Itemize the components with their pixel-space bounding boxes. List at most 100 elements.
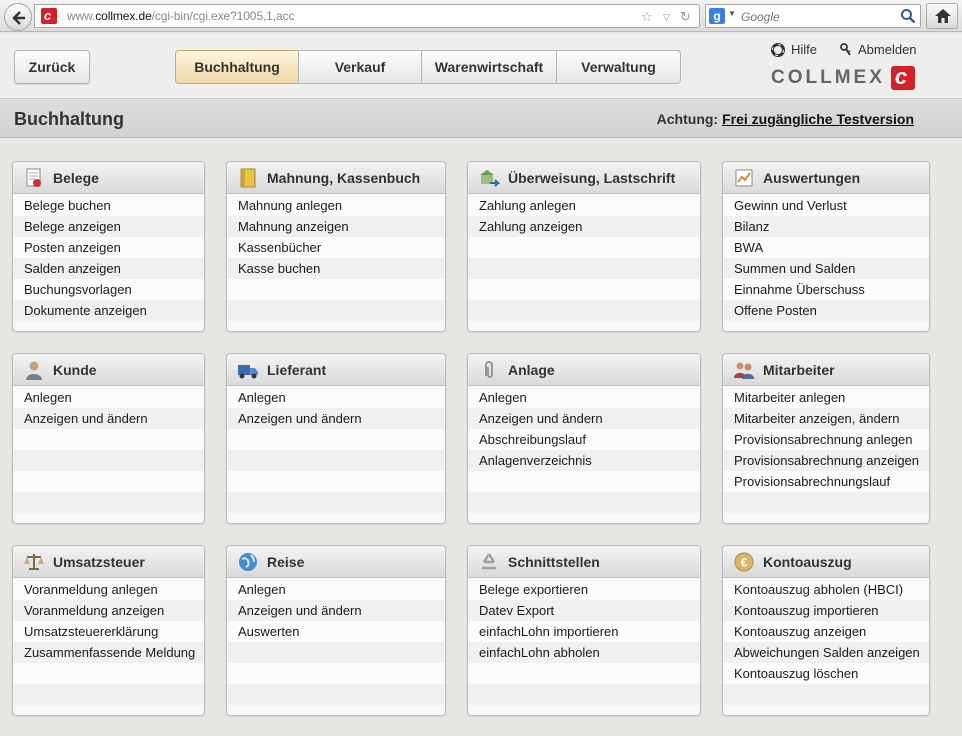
logout-link[interactable]: Abmelden (840, 42, 917, 57)
browser-back-button[interactable] (4, 3, 32, 31)
card-kunde: Kunde Anlegen Anzeigen und ändern (12, 353, 205, 524)
menu-item-bwa[interactable]: BWA (723, 237, 929, 258)
menu-item-buchungsvorlagen[interactable]: Buchungsvorlagen (13, 279, 204, 300)
menu-item-belege-buchen[interactable]: Belege buchen (13, 195, 204, 216)
globe-icon (237, 551, 259, 573)
svg-text:€: € (741, 555, 748, 569)
menu-item-anlegen[interactable]: Anlegen (468, 387, 700, 408)
menu-item-anzeigen-und-aendern[interactable]: Anzeigen und ändern (13, 408, 204, 429)
menu-item-zahlung-anlegen[interactable]: Zahlung anlegen (468, 195, 700, 216)
menu-item-dokumente-anzeigen[interactable]: Dokumente anzeigen (13, 300, 204, 321)
empty-row (13, 663, 204, 684)
menu-item-kontoauszug-loeschen[interactable]: Kontoauszug löschen (723, 663, 929, 684)
home-button[interactable] (926, 3, 958, 29)
card-header: Belege (13, 162, 204, 194)
search-input[interactable]: Google (741, 10, 780, 24)
menu-item-einfachlohn-abholen[interactable]: einfachLohn abholen (468, 642, 700, 663)
card-title: Kontoauszug (763, 553, 852, 570)
card-anlage: Anlage Anlegen Anzeigen und ändern Abschrei… (467, 353, 701, 524)
url-text[interactable]: www.collmex.de/cgi-bin/cgi.exe?1005,1,ac… (67, 9, 294, 23)
menu-item-anzeigen-und-aendern[interactable]: Anzeigen und ändern (468, 408, 700, 429)
menu-item-anzeigen-und-aendern[interactable]: Anzeigen und ändern (227, 600, 445, 621)
menu-item-anlegen[interactable]: Anlegen (227, 387, 445, 408)
menu-item-einnahme-ueberschuss[interactable]: Einnahme Überschuss (723, 279, 929, 300)
menu-item-belege-exportieren[interactable]: Belege exportieren (468, 579, 700, 600)
menu-item-kontoauszug-anzeigen[interactable]: Kontoauszug anzeigen (723, 621, 929, 642)
card-header: Auswertungen (723, 162, 929, 194)
menu-item-provisionsabrechnung-anzeigen[interactable]: Provisionsabrechnung anzeigen (723, 450, 929, 471)
address-bar[interactable]: c www.collmex.de/cgi-bin/cgi.exe?1005,1,… (34, 4, 700, 28)
card-mahnung-kassenbuch: Mahnung, Kassenbuch Mahnung anlegen Mahnun… (226, 161, 446, 332)
menu-item-offene-posten[interactable]: Offene Posten (723, 300, 929, 321)
menu-item-kasse-buchen[interactable]: Kasse buchen (227, 258, 445, 279)
dropdown-arrow-icon[interactable]: ▽ (663, 12, 670, 23)
reload-icon[interactable]: ↻ (680, 9, 691, 25)
card-menu: Voranmeldung anlegen Voranmeldung anzeige… (13, 578, 204, 705)
card-title: Überweisung, Lastschrift (508, 169, 676, 186)
tab-buchhaltung[interactable]: Buchhaltung (175, 50, 299, 84)
empty-row (468, 471, 700, 492)
card-menu: Belege buchen Belege anzeigen Posten anzei… (13, 194, 204, 321)
tab-verwaltung[interactable]: Verwaltung (556, 50, 681, 84)
menu-item-anlegen[interactable]: Anlegen (13, 387, 204, 408)
empty-row (227, 642, 445, 663)
empty-row (468, 237, 700, 258)
menu-item-kontoauszug-importieren[interactable]: Kontoauszug importieren (723, 600, 929, 621)
search-engine-icon[interactable]: g (709, 8, 725, 24)
menu-item-mahnung-anzeigen[interactable]: Mahnung anzeigen (227, 216, 445, 237)
menu-item-auswerten[interactable]: Auswerten (227, 621, 445, 642)
card-title: Umsatzsteuer (53, 553, 145, 570)
empty-row (468, 492, 700, 513)
card-header: Anlage (468, 354, 700, 386)
chevron-down-icon[interactable]: ▼ (728, 9, 736, 18)
card-menu: Anlegen Anzeigen und ändern Auswerten (227, 578, 445, 705)
back-button[interactable]: Zurück (14, 50, 90, 84)
tab-verkauf[interactable]: Verkauf (298, 50, 422, 84)
card-title: Reise (267, 553, 305, 570)
card-title: Lieferant (267, 361, 327, 378)
card-title: Mahnung, Kassenbuch (267, 169, 421, 186)
menu-item-zahlung-anzeigen[interactable]: Zahlung anzeigen (468, 216, 700, 237)
employees-icon (733, 359, 755, 381)
menu-item-provisionsabrechnungslauf[interactable]: Provisionsabrechnungslauf (723, 471, 929, 492)
menu-item-einfachlohn-importieren[interactable]: einfachLohn importieren (468, 621, 700, 642)
card-menu: Belege exportieren Datev Export einfachLoh… (468, 578, 700, 705)
menu-item-voranmeldung-anzeigen[interactable]: Voranmeldung anzeigen (13, 600, 204, 621)
menu-item-voranmeldung-anlegen[interactable]: Voranmeldung anlegen (13, 579, 204, 600)
search-icon[interactable] (900, 8, 916, 24)
card-lieferant: Lieferant Anlegen Anzeigen und ändern (226, 353, 446, 524)
menu-item-provisionsabrechnung-anlegen[interactable]: Provisionsabrechnung anlegen (723, 429, 929, 450)
empty-row (227, 429, 445, 450)
empty-row (13, 429, 204, 450)
menu-item-mahnung-anlegen[interactable]: Mahnung anlegen (227, 195, 445, 216)
menu-item-bilanz[interactable]: Bilanz (723, 216, 929, 237)
card-mitarbeiter: Mitarbeiter Mitarbeiter anlegen Mitarbeite… (722, 353, 930, 524)
card-header: Mitarbeiter (723, 354, 929, 386)
menu-item-zusammenfassende-meldung[interactable]: Zusammenfassende Meldung (13, 642, 204, 663)
menu-item-anzeigen-und-aendern[interactable]: Anzeigen und ändern (227, 408, 445, 429)
card-menu: Mitarbeiter anlegen Mitarbeiter anzeigen,… (723, 386, 929, 513)
menu-item-mitarbeiter-anlegen[interactable]: Mitarbeiter anlegen (723, 387, 929, 408)
menu-item-summen-und-salden[interactable]: Summen und Salden (723, 258, 929, 279)
menu-item-umsatzsteuererklaerung[interactable]: Umsatzsteuererklärung (13, 621, 204, 642)
menu-item-mitarbeiter-anzeigen-aendern[interactable]: Mitarbeiter anzeigen, ändern (723, 408, 929, 429)
menu-item-kontoauszug-abholen-hbci[interactable]: Kontoauszug abholen (HBCI) (723, 579, 929, 600)
empty-row (468, 663, 700, 684)
menu-item-posten-anzeigen[interactable]: Posten anzeigen (13, 237, 204, 258)
tab-warenwirtschaft[interactable]: Warenwirtschaft (421, 50, 557, 84)
menu-item-anlegen[interactable]: Anlegen (227, 579, 445, 600)
menu-item-salden-anzeigen[interactable]: Salden anzeigen (13, 258, 204, 279)
menu-item-anlagenverzeichnis[interactable]: Anlagenverzeichnis (468, 450, 700, 471)
menu-item-belege-anzeigen[interactable]: Belege anzeigen (13, 216, 204, 237)
menu-item-kassenbuecher[interactable]: Kassenbücher (227, 237, 445, 258)
search-bar[interactable]: g ▼ Google (705, 4, 921, 28)
test-version-link[interactable]: Frei zugängliche Testversion (722, 111, 914, 127)
menu-item-gewinn-und-verlust[interactable]: Gewinn und Verlust (723, 195, 929, 216)
bookmark-star-icon[interactable]: ☆ (641, 9, 653, 25)
paperclip-icon (478, 359, 500, 381)
menu-item-datev-export[interactable]: Datev Export (468, 600, 700, 621)
help-link[interactable]: Hilfe (771, 42, 817, 57)
menu-item-abschreibungslauf[interactable]: Abschreibungslauf (468, 429, 700, 450)
menu-item-abweichungen-salden-anzeigen[interactable]: Abweichungen Salden anzeigen (723, 642, 929, 663)
card-menu: Kontoauszug abholen (HBCI) Kontoauszug im… (723, 578, 929, 705)
